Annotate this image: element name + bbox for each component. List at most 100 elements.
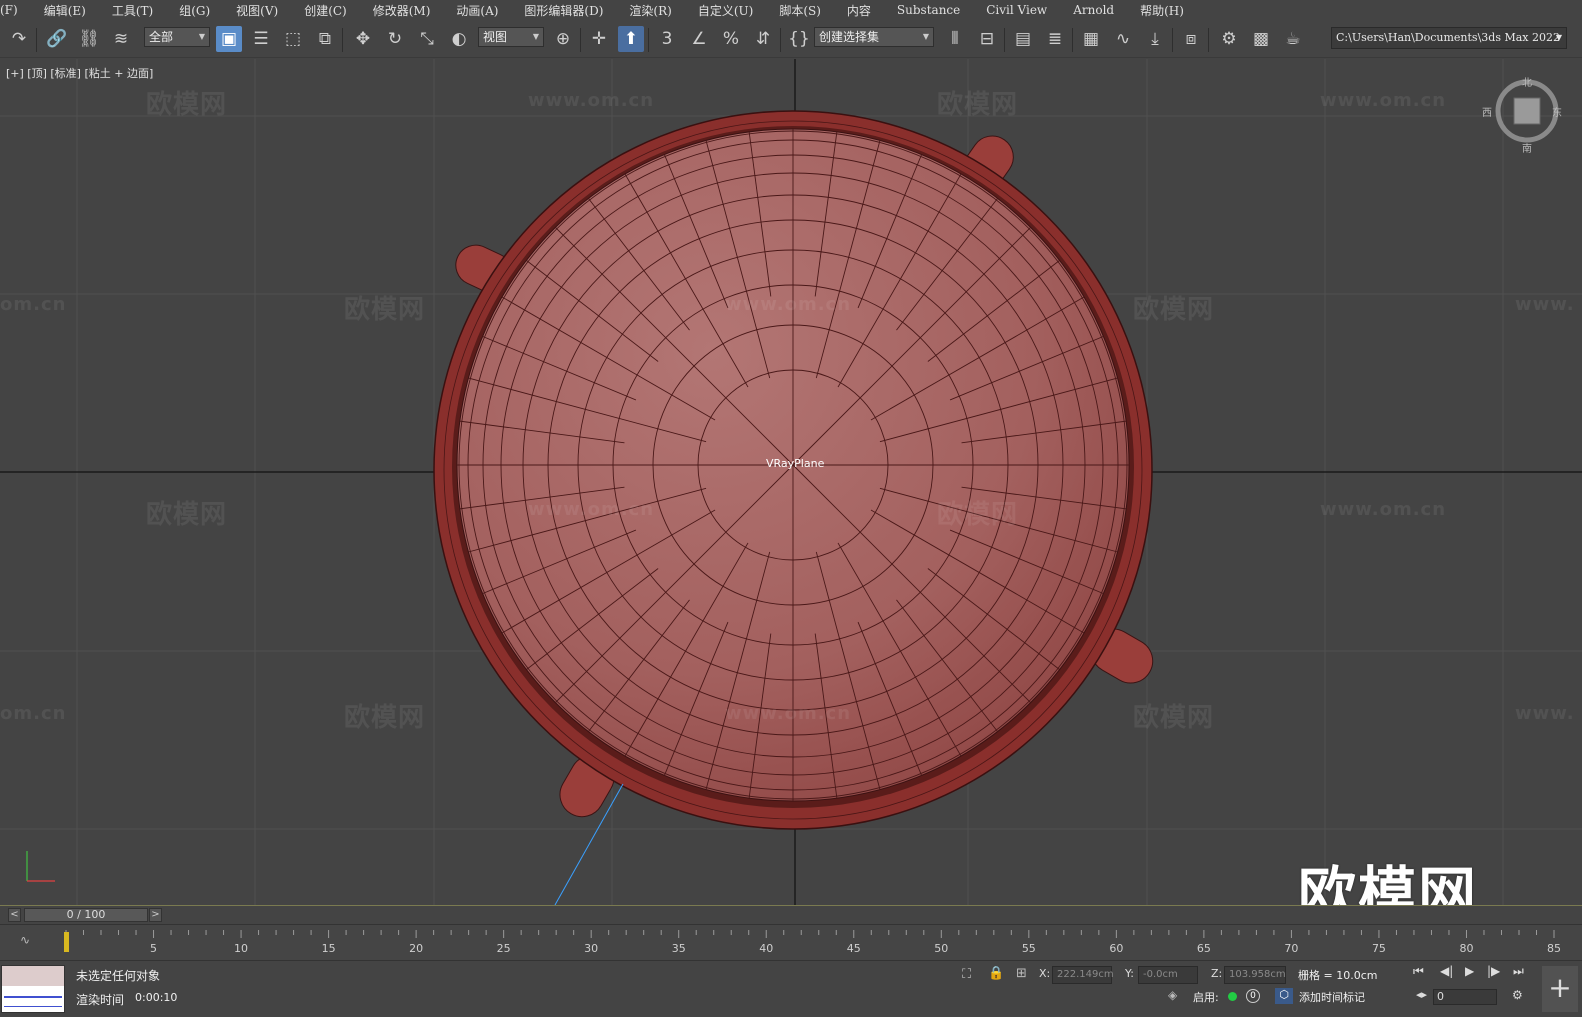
time-configuration-icon[interactable]: ⚙ bbox=[1512, 988, 1523, 1002]
toolbar-separator bbox=[780, 28, 781, 52]
lock-icon[interactable]: 🔒 bbox=[988, 966, 1004, 981]
move-icon[interactable]: ✥ bbox=[350, 26, 376, 52]
named-selection-dropdown[interactable]: 创建选择集 ▼ bbox=[814, 27, 934, 47]
add-time-tag[interactable]: 添加时间标记 bbox=[1299, 989, 1365, 1005]
timeline-current-frame-marker[interactable] bbox=[64, 932, 69, 952]
menu-item[interactable]: 修改器(M) bbox=[373, 2, 431, 19]
percent-snap-icon[interactable]: % bbox=[718, 26, 744, 52]
dope-sheet-icon[interactable]: ⤓ bbox=[1142, 26, 1168, 52]
key-mode-icon[interactable]: ◂▸ bbox=[1416, 988, 1427, 1001]
link-icon[interactable]: 🔗 bbox=[44, 26, 70, 52]
menu-item[interactable]: 渲染(R) bbox=[629, 2, 671, 19]
create-panel-plus-icon[interactable]: + bbox=[1542, 966, 1578, 1012]
edit-named-selection-icon[interactable]: {} bbox=[786, 26, 812, 52]
viewcube[interactable]: 北 东 西 南 bbox=[1482, 78, 1562, 155]
viewcube-face[interactable] bbox=[1513, 97, 1541, 125]
isolate-selection-icon[interactable]: ⛶ bbox=[962, 967, 971, 982]
snaps-toggle-icon[interactable]: 3 bbox=[654, 26, 680, 52]
select-by-name-icon[interactable]: ☰ bbox=[248, 26, 274, 52]
selection-filter-dropdown[interactable]: 全部 ▼ bbox=[144, 27, 210, 47]
next-frame-icon[interactable]: |▶ bbox=[1487, 964, 1500, 978]
pivot-center-icon[interactable]: ⊕ bbox=[550, 26, 576, 52]
menu-item[interactable]: 自定义(U) bbox=[698, 2, 753, 19]
watermark: 欧模网 bbox=[1133, 703, 1215, 733]
menu-item[interactable]: Arnold bbox=[1073, 3, 1114, 17]
project-path-dropdown[interactable]: C:\Users\Han\Documents\3ds Max 2022 ▼ bbox=[1331, 27, 1567, 49]
ribbon-toggle-icon[interactable]: ▦ bbox=[1078, 26, 1104, 52]
absolute-mode-icon[interactable]: ⊞ bbox=[1016, 966, 1027, 981]
menu-item[interactable]: 视图(V) bbox=[236, 2, 278, 19]
viewport-canvas bbox=[0, 59, 1582, 905]
time-slider-prev[interactable]: < bbox=[8, 908, 21, 922]
keyboard-shortcut-override-icon[interactable]: ⬆ bbox=[618, 26, 644, 52]
previous-frame-icon[interactable]: ◀| bbox=[1440, 964, 1453, 978]
mirror-icon[interactable]: ⫴ bbox=[942, 26, 968, 52]
y-coord-field[interactable]: -0.0cm bbox=[1138, 966, 1198, 984]
toolbar-separator bbox=[342, 28, 343, 52]
time-slider-thumb[interactable]: 0 / 100 bbox=[24, 908, 148, 922]
menu-item[interactable]: 工具(T) bbox=[112, 2, 153, 19]
reference-coordinate-dropdown[interactable]: 视图 ▼ bbox=[478, 27, 544, 47]
maxscript-listener-swatch[interactable] bbox=[1, 965, 65, 1013]
angle-snap-icon[interactable]: ∠ bbox=[686, 26, 712, 52]
layer-explorer-icon[interactable]: ≣ bbox=[1042, 26, 1068, 52]
menu-item[interactable]: 创建(C) bbox=[304, 2, 347, 19]
z-coord-field[interactable]: 103.958cm bbox=[1224, 966, 1286, 984]
rectangular-selection-icon[interactable]: ⬚ bbox=[280, 26, 306, 52]
chevron-down-icon: ▼ bbox=[1555, 33, 1562, 42]
menu-item[interactable]: (F) bbox=[0, 3, 18, 17]
rendered-frame-window-icon[interactable]: ▩ bbox=[1248, 26, 1274, 52]
z-coord-label: Z: bbox=[1211, 967, 1223, 980]
top-viewport[interactable]: [+] [顶] [标准] [粘土 + 边面] 欧模网 www.om.cn 欧模网… bbox=[0, 59, 1582, 905]
x-coord-field[interactable]: 222.149cm bbox=[1052, 966, 1114, 984]
toolbar-separator bbox=[580, 28, 581, 52]
named-selection-value: 创建选择集 bbox=[819, 30, 880, 44]
menu-item[interactable]: 脚本(S) bbox=[779, 2, 821, 19]
select-manipulate-icon[interactable]: ✛ bbox=[586, 26, 612, 52]
toolbar-separator bbox=[1172, 28, 1173, 52]
timeline-ruler: 0510152025303540455055606570758085 bbox=[64, 930, 1561, 955]
menu-item[interactable]: Substance bbox=[897, 3, 960, 17]
select-object-icon[interactable]: ▣ bbox=[216, 26, 242, 52]
menu-item[interactable]: 组(G) bbox=[179, 2, 210, 19]
go-to-end-icon[interactable]: ⏭ bbox=[1513, 964, 1524, 979]
render-setup-icon[interactable]: ⚙ bbox=[1216, 26, 1242, 52]
time-tag-icon[interactable]: ⬡ bbox=[1275, 988, 1293, 1004]
watermark: www.om.cn bbox=[1320, 90, 1447, 111]
watermark: 欧模网 bbox=[937, 500, 1019, 530]
bind-space-warp-icon[interactable]: ≋ bbox=[108, 26, 134, 52]
schematic-view-icon[interactable]: ⧈ bbox=[1178, 26, 1204, 52]
track-bar[interactable]: ∿ 0510152025303540455055606570758085 bbox=[0, 924, 1582, 960]
render-production-icon[interactable]: ☕ bbox=[1280, 26, 1306, 52]
play-icon[interactable]: ▶ bbox=[1465, 964, 1474, 978]
menu-item[interactable]: 动画(A) bbox=[456, 2, 498, 19]
menu-item[interactable]: 编辑(E) bbox=[44, 2, 86, 19]
toolbar-separator bbox=[36, 28, 37, 52]
go-to-start-icon[interactable]: ⏮ bbox=[1413, 964, 1424, 979]
unlink-icon[interactable]: ⛓ bbox=[76, 26, 102, 52]
spinner-snap-icon[interactable]: ⇵ bbox=[750, 26, 776, 52]
adaptive-degradation-icon[interactable]: ◈ bbox=[1168, 988, 1177, 1002]
scene-explorer-icon[interactable]: ▤ bbox=[1010, 26, 1036, 52]
redo-icon[interactable]: ↷ bbox=[6, 26, 32, 52]
menu-item[interactable]: 帮助(H) bbox=[1140, 2, 1184, 19]
curve-editor-icon[interactable]: ∿ bbox=[1110, 26, 1136, 52]
align-icon[interactable]: ⊟ bbox=[974, 26, 1000, 52]
watermark: www.om.cn bbox=[528, 90, 655, 111]
rotate-icon[interactable]: ↻ bbox=[382, 26, 408, 52]
timeline-tick-label: 80 bbox=[1459, 942, 1473, 955]
menu-item[interactable]: 内容 bbox=[847, 2, 871, 19]
viewport-label[interactable]: [+] [顶] [标准] [粘土 + 边面] bbox=[6, 65, 153, 81]
curve-editor-mini-icon[interactable]: ∿ bbox=[20, 933, 30, 947]
enable-count[interactable]: 0 bbox=[1246, 989, 1260, 1003]
current-frame-field[interactable]: 0 bbox=[1433, 989, 1497, 1005]
menu-item[interactable]: 图形编辑器(D) bbox=[524, 2, 603, 19]
status-indicator bbox=[1228, 992, 1237, 1001]
window-crossing-icon[interactable]: ⧉ bbox=[312, 26, 338, 52]
scale-icon[interactable]: ⤡ bbox=[414, 26, 440, 52]
timeline-tick-label: 35 bbox=[672, 942, 686, 955]
time-slider-next[interactable]: > bbox=[149, 908, 162, 922]
timeline-tick-label: 70 bbox=[1284, 942, 1298, 955]
menu-item[interactable]: Civil View bbox=[986, 3, 1047, 17]
place-icon[interactable]: ◐ bbox=[446, 26, 472, 52]
